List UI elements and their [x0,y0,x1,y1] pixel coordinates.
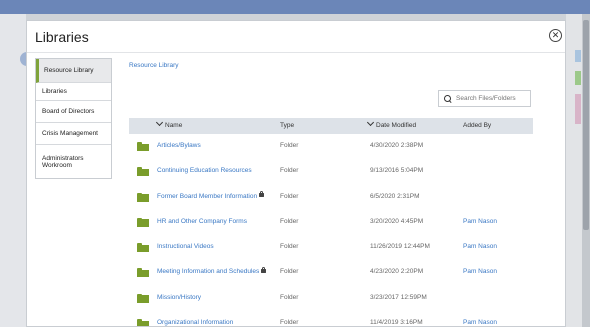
date-modified: 6/5/2020 2:31PM [370,192,420,200]
sidebar-item-administrators-workroom[interactable]: Administrators Workroom [36,145,111,178]
date-modified: 11/4/2019 3:16PM [370,319,423,327]
close-icon[interactable]: ✕ [549,29,562,42]
date-modified: 9/13/2016 5:04PM [370,167,424,175]
table-header: Name Type Date Modified Added By [129,118,533,134]
search-input[interactable] [456,95,528,102]
column-header-added-by[interactable]: Added By [463,122,491,129]
file-name-link[interactable]: Organizational Information [157,319,233,326]
file-name-link[interactable]: Former Board Member Information [157,191,265,200]
date-modified: 3/23/2017 12:59PM [370,293,427,301]
lock-icon [261,266,267,273]
table-row[interactable]: Organizational Information Folder 11/4/201… [129,311,533,327]
background-block [575,71,581,85]
date-modified: 11/26/2019 12:44PM [370,243,430,251]
file-name-link[interactable]: Articles/Bylaws [157,142,201,149]
file-type: Folder [280,319,299,327]
file-type: Folder [280,293,299,301]
folder-icon [137,319,149,326]
table-row[interactable]: Meeting Information and Schedules Folder 4… [129,260,533,285]
table-row[interactable]: Articles/Bylaws Folder 4/30/2020 2:38PM [129,134,533,159]
folder-icon [137,167,149,177]
file-type: Folder [280,142,299,149]
file-type: Folder [280,217,299,225]
folder-icon [137,217,149,227]
file-type: Folder [280,268,299,276]
file-name-link[interactable]: Instructional Videos [157,243,214,250]
lock-icon [259,191,265,198]
column-header-name[interactable]: Name [155,118,182,129]
folder-icon [137,142,149,151]
table-row[interactable]: Mission/History Folder 3/23/2017 12:59PM [129,286,533,311]
file-type: Folder [280,243,299,251]
added-by-link[interactable]: Pam Nason [463,268,497,275]
file-name-link[interactable]: HR and Other Company Forms [157,218,247,225]
library-sidebar: Resource Library Libraries Board of Direct… [35,58,112,179]
search-icon [444,94,452,103]
table-row[interactable]: Former Board Member Information Folder 6/5… [129,185,533,210]
chevron-down-icon [155,118,164,127]
breadcrumb[interactable]: Resource Library [129,62,179,69]
search-box[interactable] [438,90,531,107]
column-header-date-modified[interactable]: Date Modified [366,118,416,129]
date-modified: 4/30/2020 2:38PM [370,142,424,149]
table-row[interactable]: HR and Other Company Forms Folder 3/20/202… [129,210,533,235]
folder-icon [137,192,149,202]
folder-icon [137,293,149,303]
chevron-down-icon [366,118,375,127]
file-table-body: Articles/Bylaws Folder 4/30/2020 2:38PM Con… [129,134,533,327]
file-type: Folder [280,167,299,175]
libraries-modal: Libraries ✕ Resource Library Libraries Boa… [26,20,566,327]
added-by-link[interactable]: Pam Nason [463,319,497,326]
table-row[interactable]: Instructional Videos Folder 11/26/2019 12:… [129,235,533,260]
table-row[interactable]: Continuing Education Resources Folder 9/13… [129,159,533,184]
added-by-link[interactable]: Pam Nason [463,218,497,225]
sidebar-item-libraries[interactable]: Libraries [36,83,111,101]
modal-title: Libraries [35,29,89,45]
scrollbar-thumb[interactable] [583,20,589,230]
modal-header: Libraries ✕ [27,21,565,53]
file-name-link[interactable]: Meeting Information and Schedules [157,266,267,275]
column-header-type[interactable]: Type [280,122,294,129]
added-by-link[interactable]: Pam Nason [463,243,497,250]
background-block [575,50,581,62]
file-name-link[interactable]: Continuing Education Resources [157,167,252,174]
folder-icon [137,268,149,278]
date-modified: 4/23/2020 2:20PM [370,268,424,276]
folder-icon [137,243,149,253]
date-modified: 3/20/2020 4:45PM [370,217,424,225]
sidebar-item-resource-library[interactable]: Resource Library [36,59,111,83]
sidebar-item-crisis-management[interactable]: Crisis Management [36,123,111,145]
sidebar-item-board-of-directors[interactable]: Board of Directors [36,101,111,123]
background-block [575,94,581,124]
file-name-link[interactable]: Mission/History [157,294,201,301]
page-scrollbar[interactable] [582,14,590,327]
background-topbar [0,0,590,14]
file-type: Folder [280,192,299,200]
